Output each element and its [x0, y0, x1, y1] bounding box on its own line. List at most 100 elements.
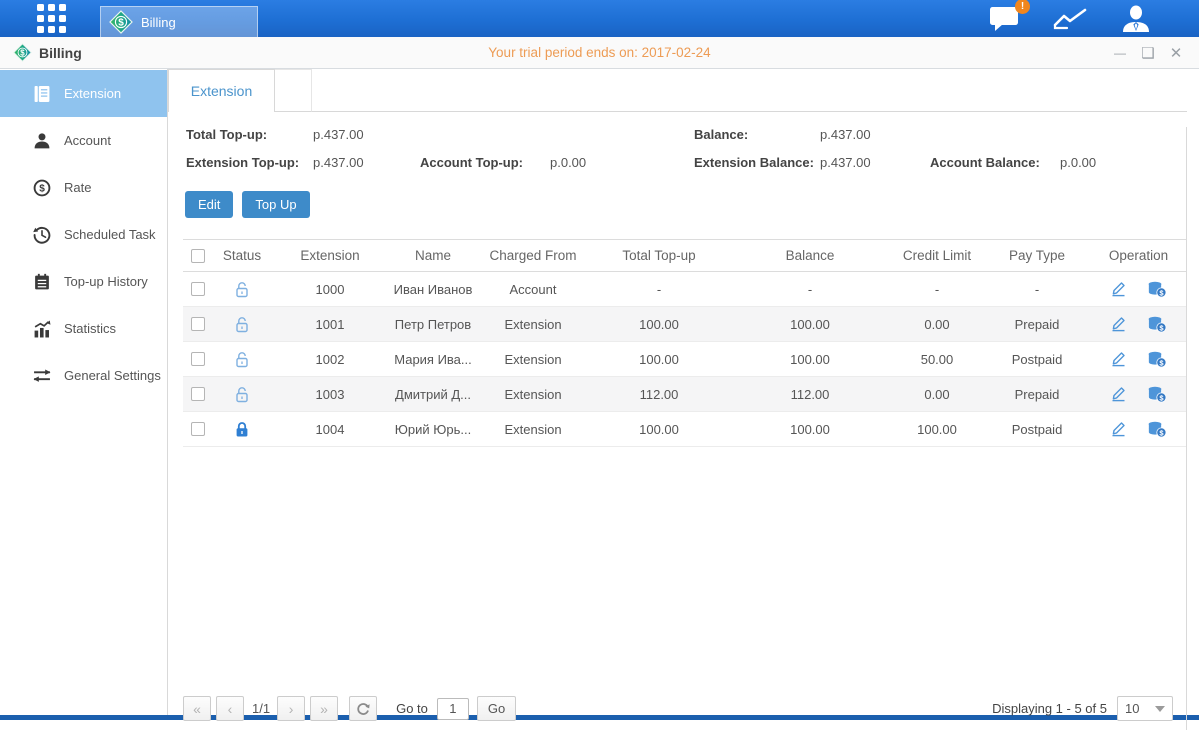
cell-pay-type: Prepaid — [983, 387, 1091, 402]
sidebar-item-label: Extension — [64, 86, 121, 101]
main-content: Extension Total Top-up: p.437.00 Balance… — [168, 69, 1199, 715]
activity-chart-icon[interactable] — [1053, 6, 1089, 31]
refresh-icon[interactable] — [349, 696, 377, 721]
cell-credit-limit: - — [891, 282, 983, 297]
cell-credit-limit: 100.00 — [891, 422, 983, 437]
table-row: 1003 Дмитрий Д... Extension 112.00 112.0… — [183, 377, 1186, 412]
cell-name: Дмитрий Д... — [389, 387, 477, 402]
extension-table: Status Extension Name Charged From Total… — [183, 239, 1186, 447]
cell-pay-type: Postpaid — [983, 352, 1091, 367]
tab-extension[interactable]: Extension — [168, 69, 275, 112]
maximize-icon[interactable]: ❑ — [1137, 43, 1159, 63]
topup-coins-icon[interactable]: $ — [1147, 281, 1167, 298]
cell-total-topup: 100.00 — [589, 422, 729, 437]
cell-name: Мария Ива... — [389, 352, 477, 367]
col-name: Name — [389, 248, 477, 263]
tab-strip-stub — [275, 69, 312, 112]
messages-icon[interactable]: ! — [989, 6, 1021, 31]
col-charged-from: Charged From — [477, 248, 589, 263]
notepad-icon — [33, 273, 51, 291]
edit-button[interactable]: Edit — [185, 191, 233, 218]
col-operation: Operation — [1091, 248, 1186, 263]
sidebar-item-rate[interactable]: $ Rate — [0, 164, 167, 211]
next-page-button[interactable]: › — [277, 696, 305, 721]
page-size-select[interactable]: 10 — [1117, 696, 1173, 721]
sidebar-item-account[interactable]: Account — [0, 117, 167, 164]
cell-name: Юрий Юрь... — [389, 422, 477, 437]
trial-notice: Your trial period ends on: 2017-02-24 — [0, 45, 1199, 60]
taskbar-tab-billing[interactable]: Billing — [100, 6, 258, 37]
account-topup-label: Account Top-up: — [420, 155, 550, 170]
cell-charged-from: Account — [477, 282, 589, 297]
sidebar: Extension Account $ Rate Scheduled Task — [0, 69, 168, 715]
extension-balance-value: p.437.00 — [820, 155, 930, 170]
table-row: 1000 Иван Иванов Account - - - - $ — [183, 272, 1186, 307]
col-balance: Balance — [729, 248, 891, 263]
cell-credit-limit: 50.00 — [891, 352, 983, 367]
row-checkbox[interactable] — [191, 422, 205, 436]
row-checkbox[interactable] — [191, 282, 205, 296]
edit-pencil-icon[interactable] — [1110, 316, 1127, 333]
user-icon[interactable] — [1121, 5, 1151, 32]
page-size-value: 10 — [1125, 701, 1139, 716]
topup-coins-icon[interactable]: $ — [1147, 351, 1167, 368]
sidebar-item-scheduled-task[interactable]: Scheduled Task — [0, 211, 167, 258]
sidebar-item-statistics[interactable]: Statistics — [0, 305, 167, 352]
cell-pay-type: Prepaid — [983, 317, 1091, 332]
dollar-circle-icon: $ — [33, 179, 51, 197]
cell-total-topup: 100.00 — [589, 352, 729, 367]
cell-pay-type: - — [983, 282, 1091, 297]
edit-pencil-icon[interactable] — [1110, 281, 1127, 298]
person-icon — [33, 132, 51, 150]
close-icon[interactable]: ✕ — [1165, 43, 1187, 63]
goto-label: Go to — [396, 701, 428, 716]
cell-charged-from: Extension — [477, 317, 589, 332]
edit-pencil-icon[interactable] — [1110, 386, 1127, 403]
cell-extension: 1001 — [271, 317, 389, 332]
minimize-icon[interactable]: — — [1109, 43, 1131, 63]
sliders-icon — [33, 367, 51, 385]
row-checkbox[interactable] — [191, 352, 205, 366]
last-page-button[interactable]: » — [310, 696, 338, 721]
total-topup-label: Total Top-up: — [186, 127, 313, 142]
window-title-bar: Billing Your trial period ends on: 2017-… — [0, 37, 1199, 69]
lock-closed-icon — [234, 421, 250, 438]
edit-pencil-icon[interactable] — [1110, 351, 1127, 368]
sidebar-item-label: Account — [64, 133, 111, 148]
taskbar-tab-label: Billing — [141, 15, 176, 30]
cell-total-topup: - — [589, 282, 729, 297]
col-total-topup: Total Top-up — [589, 248, 729, 263]
sidebar-item-general-settings[interactable]: General Settings — [0, 352, 167, 399]
apps-grid-icon[interactable] — [37, 4, 66, 33]
col-credit-limit: Credit Limit — [891, 248, 983, 263]
sidebar-item-extension[interactable]: Extension — [0, 70, 167, 117]
lock-open-icon — [234, 281, 250, 298]
sidebar-item-topup-history[interactable]: Top-up History — [0, 258, 167, 305]
select-all-checkbox[interactable] — [191, 249, 205, 263]
total-topup-value: p.437.00 — [313, 127, 420, 142]
go-button[interactable]: Go — [477, 696, 516, 721]
topup-coins-icon[interactable]: $ — [1147, 421, 1167, 438]
cell-credit-limit: 0.00 — [891, 387, 983, 402]
topup-coins-icon[interactable]: $ — [1147, 386, 1167, 403]
balance-label: Balance: — [694, 127, 820, 142]
sidebar-item-label: General Settings — [64, 368, 161, 383]
topup-coins-icon[interactable]: $ — [1147, 316, 1167, 333]
prev-page-button[interactable]: ‹ — [216, 696, 244, 721]
extension-topup-value: p.437.00 — [313, 155, 420, 170]
displaying-count: Displaying 1 - 5 of 5 — [992, 701, 1107, 716]
chevron-down-icon — [1155, 706, 1165, 712]
extension-topup-label: Extension Top-up: — [186, 155, 313, 170]
cell-total-topup: 112.00 — [589, 387, 729, 402]
edit-pencil-icon[interactable] — [1110, 421, 1127, 438]
row-checkbox[interactable] — [191, 387, 205, 401]
extension-balance-label: Extension Balance: — [694, 155, 820, 170]
ledger-icon — [33, 85, 51, 103]
cell-extension: 1003 — [271, 387, 389, 402]
cell-balance: 100.00 — [729, 352, 891, 367]
row-checkbox[interactable] — [191, 317, 205, 331]
goto-page-input[interactable] — [437, 698, 469, 720]
top-up-button[interactable]: Top Up — [242, 191, 309, 218]
first-page-button[interactable]: « — [183, 696, 211, 721]
page-indicator: 1/1 — [252, 701, 270, 716]
